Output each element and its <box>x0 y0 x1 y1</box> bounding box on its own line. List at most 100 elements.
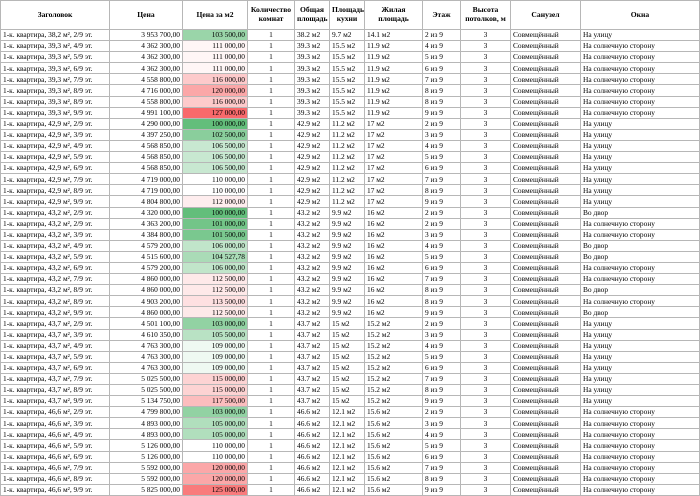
header-title[interactable]: Заголовок <box>0 0 110 30</box>
cell-price-per-m2[interactable]: 103 000,00 <box>182 317 248 330</box>
cell-ceiling-height[interactable]: 3 <box>460 62 511 75</box>
cell-rooms[interactable]: 1 <box>247 128 295 141</box>
cell-rooms[interactable]: 1 <box>247 395 295 408</box>
cell-floor[interactable]: 3 из 9 <box>422 128 461 141</box>
cell-living-area[interactable]: 16 м2 <box>364 261 423 275</box>
cell-ceiling-height[interactable]: 3 <box>460 106 511 119</box>
cell-living-area[interactable]: 16 м2 <box>364 284 423 297</box>
cell-ceiling-height[interactable]: 3 <box>460 228 511 241</box>
cell-rooms[interactable]: 1 <box>247 417 295 430</box>
cell-windows[interactable]: На солнечную сторону <box>580 273 700 286</box>
cell-total-area[interactable]: 43.2 м2 <box>294 261 330 275</box>
cell-price[interactable]: 4 860 000,00 <box>109 306 183 319</box>
cell-total-area[interactable]: 43.2 м2 <box>294 217 330 230</box>
cell-kitchen-area[interactable]: 12.1 м2 <box>329 472 365 485</box>
cell-windows[interactable]: На улицу <box>580 383 700 397</box>
cell-price-per-m2[interactable]: 125 000,00 <box>182 483 248 496</box>
cell-price-per-m2[interactable]: 110 000,00 <box>182 439 248 452</box>
cell-title[interactable]: 1-к. квартира, 39,3 м², 8/9 эт. <box>0 95 110 108</box>
cell-rooms[interactable]: 1 <box>247 261 295 275</box>
cell-living-area[interactable]: 17 м2 <box>364 128 423 141</box>
cell-kitchen-area[interactable]: 15.5 м2 <box>329 51 365 64</box>
cell-ceiling-height[interactable]: 3 <box>460 428 511 441</box>
cell-living-area[interactable]: 15.6 м2 <box>364 439 423 452</box>
cell-title[interactable]: 1-к. квартира, 46,6 м², 8/9 эт. <box>0 472 110 485</box>
cell-title[interactable]: 1-к. квартира, 43,7 м², 4/9 эт. <box>0 339 110 352</box>
cell-windows[interactable]: На улицу <box>580 328 700 341</box>
cell-living-area[interactable]: 11.9 м2 <box>364 40 423 53</box>
cell-living-area[interactable]: 15.2 м2 <box>364 317 423 330</box>
cell-title[interactable]: 1-к. квартира, 42,9 м², 3/9 эт. <box>0 128 110 141</box>
cell-floor[interactable]: 7 из 9 <box>422 372 461 386</box>
cell-rooms[interactable]: 1 <box>247 483 295 496</box>
cell-rooms[interactable]: 1 <box>247 62 295 75</box>
cell-living-area[interactable]: 16 м2 <box>364 217 423 230</box>
cell-floor[interactable]: 3 из 9 <box>422 417 461 430</box>
cell-total-area[interactable]: 43.2 м2 <box>294 250 330 263</box>
cell-rooms[interactable]: 1 <box>247 317 295 330</box>
cell-total-area[interactable]: 46.6 м2 <box>294 472 330 485</box>
cell-title[interactable]: 1-к. квартира, 43,2 м², 3/9 эт. <box>0 228 110 241</box>
cell-price[interactable]: 4 804 800,00 <box>109 195 183 208</box>
cell-windows[interactable]: На улицу <box>580 139 700 153</box>
cell-price[interactable]: 4 362 300,00 <box>109 51 183 64</box>
cell-rooms[interactable]: 1 <box>247 339 295 352</box>
cell-rooms[interactable]: 1 <box>247 273 295 286</box>
cell-title[interactable]: 1-к. квартира, 43,7 м², 7/9 эт. <box>0 372 110 386</box>
cell-total-area[interactable]: 43.7 м2 <box>294 383 330 397</box>
cell-price[interactable]: 4 610 350,00 <box>109 328 183 341</box>
cell-price[interactable]: 3 953 700,00 <box>109 28 183 42</box>
cell-title[interactable]: 1-к. квартира, 46,6 м², 9/9 эт. <box>0 483 110 496</box>
cell-price-per-m2[interactable]: 109 000,00 <box>182 339 248 352</box>
cell-ceiling-height[interactable]: 3 <box>460 417 511 430</box>
cell-windows[interactable]: На солнечную сторону <box>580 439 700 452</box>
cell-bathroom[interactable]: Совмещённый <box>510 184 581 197</box>
cell-rooms[interactable]: 1 <box>247 228 295 241</box>
cell-rooms[interactable]: 1 <box>247 206 295 219</box>
cell-ceiling-height[interactable]: 3 <box>460 461 511 474</box>
cell-bathroom[interactable]: Совмещённый <box>510 339 581 352</box>
cell-ceiling-height[interactable]: 3 <box>460 284 511 297</box>
cell-kitchen-area[interactable]: 12.1 м2 <box>329 439 365 452</box>
cell-rooms[interactable]: 1 <box>247 450 295 463</box>
cell-total-area[interactable]: 43.2 м2 <box>294 206 330 219</box>
cell-price[interactable]: 5 126 000,00 <box>109 450 183 463</box>
cell-ceiling-height[interactable]: 3 <box>460 406 511 419</box>
cell-ceiling-height[interactable]: 3 <box>460 261 511 275</box>
cell-living-area[interactable]: 11.9 м2 <box>364 51 423 64</box>
cell-living-area[interactable]: 17 м2 <box>364 151 423 164</box>
cell-price-per-m2[interactable]: 110 000,00 <box>182 184 248 197</box>
cell-ceiling-height[interactable]: 3 <box>460 28 511 42</box>
cell-bathroom[interactable]: Совмещённый <box>510 151 581 164</box>
cell-bathroom[interactable]: Совмещённый <box>510 84 581 97</box>
cell-living-area[interactable]: 15.6 м2 <box>364 406 423 419</box>
cell-windows[interactable]: На солнечную сторону <box>580 417 700 430</box>
cell-total-area[interactable]: 43.7 м2 <box>294 372 330 386</box>
cell-price-per-m2[interactable]: 116 000,00 <box>182 73 248 86</box>
cell-floor[interactable]: 6 из 9 <box>422 361 461 374</box>
cell-windows[interactable]: На солнечную сторону <box>580 73 700 86</box>
cell-ceiling-height[interactable]: 3 <box>460 483 511 496</box>
cell-kitchen-area[interactable]: 12.1 м2 <box>329 461 365 474</box>
header-kitchen-area[interactable]: Площадь кухни <box>329 0 365 30</box>
cell-price[interactable]: 4 558 800,00 <box>109 95 183 108</box>
cell-floor[interactable]: 4 из 9 <box>422 239 461 252</box>
cell-title[interactable]: 1-к. квартира, 39,3 м², 7/9 эт. <box>0 73 110 86</box>
cell-rooms[interactable]: 1 <box>247 284 295 297</box>
cell-rooms[interactable]: 1 <box>247 106 295 119</box>
cell-windows[interactable]: Во двор <box>580 306 700 319</box>
cell-windows[interactable]: На улицу <box>580 28 700 42</box>
cell-ceiling-height[interactable]: 3 <box>460 472 511 485</box>
cell-kitchen-area[interactable]: 15.5 м2 <box>329 73 365 86</box>
cell-ceiling-height[interactable]: 3 <box>460 84 511 97</box>
cell-ceiling-height[interactable]: 3 <box>460 295 511 308</box>
cell-price-per-m2[interactable]: 106 000,00 <box>182 261 248 275</box>
cell-windows[interactable]: На солнечную сторону <box>580 472 700 485</box>
cell-bathroom[interactable]: Совмещённый <box>510 117 581 130</box>
cell-total-area[interactable]: 42.9 м2 <box>294 184 330 197</box>
cell-living-area[interactable]: 11.9 м2 <box>364 95 423 108</box>
cell-bathroom[interactable]: Совмещённый <box>510 439 581 452</box>
cell-total-area[interactable]: 42.9 м2 <box>294 151 330 164</box>
cell-living-area[interactable]: 15.2 м2 <box>364 372 423 386</box>
cell-total-area[interactable]: 46.6 м2 <box>294 428 330 441</box>
